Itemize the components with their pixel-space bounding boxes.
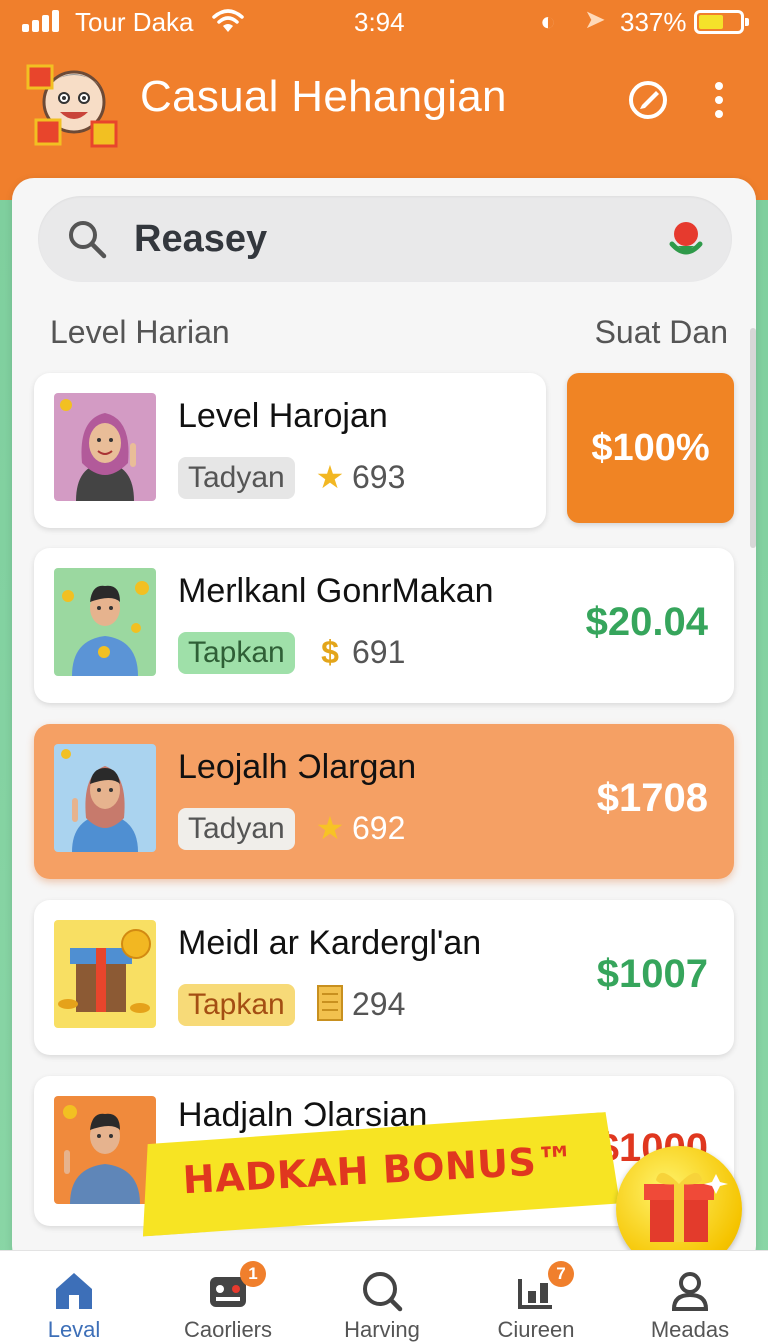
list-item-name: Meidl ar Kardergl'an <box>178 924 482 962</box>
nav-item-harving[interactable]: Harving <box>312 1251 452 1344</box>
signal-icon <box>22 10 62 32</box>
nav-item-meadas[interactable]: Meadas <box>620 1251 760 1344</box>
bottom-nav: Leval 1 Caorliers Harving 7 Ciureen Mead… <box>0 1250 768 1344</box>
star-icon: ★ <box>315 810 345 846</box>
home-icon <box>56 1273 92 1309</box>
mascot-gifts-icon[interactable] <box>26 56 122 152</box>
list-item-selected[interactable]: Leojalh Ɔlargan Tadyan ★ 692 $1708 <box>34 724 734 879</box>
list-item-count: 693 <box>352 459 406 495</box>
nav-label: Harving <box>344 1317 420 1342</box>
list-item-count: 294 <box>352 986 406 1022</box>
carrier-name: Tour Daka <box>75 7 194 37</box>
avatar <box>54 744 156 852</box>
nav-label: Caorliers <box>183 1317 273 1342</box>
star-icon: ★ <box>315 459 345 495</box>
app-title: Casual Hehangian <box>140 72 507 121</box>
app-header: Casual Hehangian <box>0 50 768 160</box>
status-bar: Tour Daka 3:94 ◐ ➤ 337% <box>0 0 768 44</box>
list-item-count: 692 <box>352 810 406 846</box>
main-card: Reasey Level Harian Suat Dan Level Haroj… <box>12 178 756 1268</box>
avatar <box>54 568 156 676</box>
list-item-price: $1708 <box>596 776 708 820</box>
list-item-count: 691 <box>352 634 406 670</box>
status-time: 3:94 <box>354 7 405 37</box>
list-item-name: Level Harojan <box>178 397 388 435</box>
avatar <box>54 393 156 501</box>
list-item-price: $1007 <box>596 952 708 996</box>
profile-icon <box>671 1272 709 1311</box>
list-item-tag: Tadyan <box>178 457 295 499</box>
list-item[interactable]: Level Harojan Tadyan ★ 693 <box>34 373 546 528</box>
nav-label: Ciureen <box>497 1317 575 1342</box>
list-item[interactable]: Meidl ar Kardergl'an Tapkan 294 $1007 <box>34 900 734 1055</box>
list-right-label[interactable]: Suat Dan <box>595 314 728 351</box>
edit-circle-icon[interactable] <box>626 78 670 122</box>
scrollbar[interactable] <box>750 328 756 548</box>
list-item-tag: Tapkan <box>178 632 295 674</box>
search-input[interactable]: Reasey <box>134 218 267 261</box>
list-title: Level Harian <box>50 314 230 350</box>
list-item-tag: Tadyan <box>178 808 295 850</box>
notification-badge: 1 <box>240 1261 266 1287</box>
nav-item-ciureen[interactable]: 7 Ciureen <box>466 1251 606 1344</box>
notification-badge: 7 <box>548 1261 574 1287</box>
battery-icon <box>694 10 749 34</box>
avatar <box>54 1096 156 1204</box>
nav-label: Meadas <box>650 1317 730 1342</box>
more-vertical-icon[interactable] <box>704 76 734 124</box>
search-icon <box>69 221 107 259</box>
gift-box-thumbnail <box>54 920 156 1028</box>
price-button[interactable]: $100% <box>567 373 734 523</box>
coin-stack-icon <box>312 984 348 1024</box>
nav-label: Leval <box>47 1317 101 1342</box>
list-item-name: Merlkanl GonrMakan <box>178 572 494 610</box>
search-bar[interactable]: Reasey <box>38 196 732 282</box>
alarm-icon: ◐ <box>540 6 556 36</box>
list-item-name: Leojalh Ɔlargan <box>178 748 417 786</box>
battery-percent: 337% <box>620 7 687 37</box>
list-item[interactable]: Merlkanl GonrMakan Tapkan $ 691 $20.04 <box>34 548 734 703</box>
dollar-icon: $ <box>321 634 339 670</box>
list-item-price: $20.04 <box>585 600 708 644</box>
list-item-tag: Tapkan <box>178 984 295 1026</box>
location-icon: ➤ <box>584 4 606 34</box>
nav-item-leval[interactable]: Leval <box>4 1251 144 1344</box>
nav-item-caorliers[interactable]: 1 Caorliers <box>158 1251 298 1344</box>
bonus-label: HADKAH BONUS™ <box>181 1137 576 1203</box>
wifi-icon <box>212 9 244 32</box>
search-icon <box>363 1272 403 1312</box>
mic-icon[interactable] <box>664 216 708 262</box>
